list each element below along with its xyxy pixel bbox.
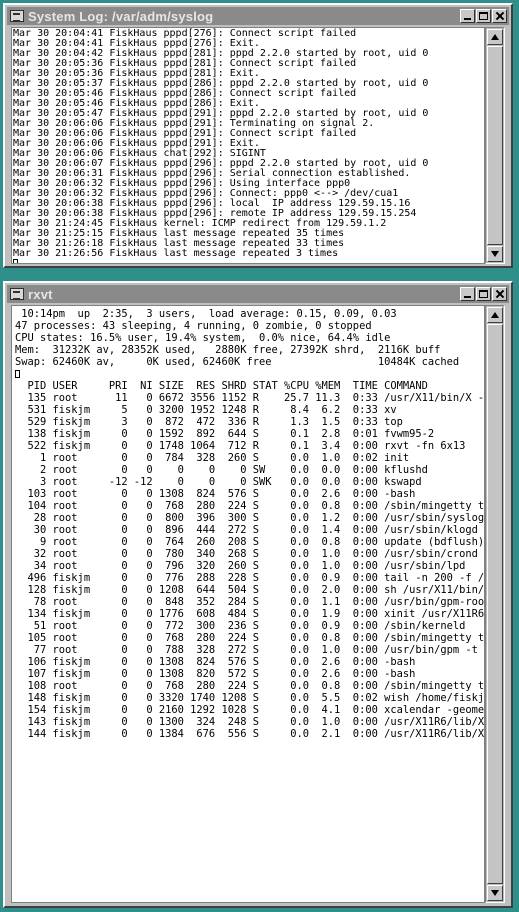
process-table-header: PID USER PRI NI SIZE RES SHRD STAT %CPU … [15, 380, 428, 392]
process-row: 105 root 0 0 768 280 224 S 0.0 0.8 0:00 … [15, 632, 485, 644]
text-cursor-icon [15, 370, 20, 378]
text-cursor-icon [13, 259, 18, 263]
scroll-down-arrow-icon[interactable] [487, 246, 503, 262]
rxvt-window-title: rxvt [28, 286, 53, 302]
process-row: 34 root 0 0 796 320 260 S 0.0 1.0 0:00 /… [15, 560, 466, 572]
process-row: 522 fiskjm 0 0 1748 1064 712 R 0.1 3.4 0… [15, 440, 466, 452]
rxvt-titlebar[interactable]: rxvt [7, 285, 509, 303]
process-row: 3 root -12 -12 0 0 0 SWK 0.0 0.0 0:00 ks… [15, 476, 422, 488]
top-summary-line: 10:14pm up 2:35, 3 users, load average: … [15, 308, 397, 320]
process-row: 144 fiskjm 0 0 1384 676 556 S 0.0 2.1 0:… [15, 728, 485, 740]
process-row: 32 root 0 0 780 340 268 S 0.0 1.0 0:00 /… [15, 548, 485, 560]
process-row: 77 root 0 0 788 328 272 S 0.0 1.0 0:00 /… [15, 644, 485, 656]
process-row: 104 root 0 0 768 280 224 S 0.0 0.8 0:00 … [15, 500, 485, 512]
top-summary-line: Mem: 31232K av, 28352K used, 2880K free,… [15, 344, 441, 356]
process-row: 1 root 0 0 784 328 260 S 0.0 1.0 0:02 in… [15, 452, 410, 464]
top-summary-line: Swap: 62460K av, 0K used, 62460K free 10… [15, 356, 460, 368]
process-row: 531 fiskjm 5 0 3200 1952 1248 R 8.4 6.2 … [15, 404, 397, 416]
syslog-window-title: System Log: /var/adm/syslog [28, 8, 214, 24]
process-row: 154 fiskjm 0 0 2160 1292 1028 S 0.0 4.1 … [15, 704, 485, 716]
cursor-line [15, 368, 484, 380]
window-menu-icon[interactable] [10, 10, 24, 22]
process-row: 78 root 0 0 848 352 284 S 0.0 1.1 0:00 /… [15, 596, 485, 608]
process-row: 51 root 0 0 772 300 236 S 0.0 0.9 0:00 /… [15, 620, 466, 632]
process-row: 529 fiskjm 3 0 872 472 336 R 1.3 1.5 0:3… [15, 416, 403, 428]
process-row: 496 fiskjm 0 0 776 288 228 S 0.0 0.9 0:0… [15, 572, 485, 584]
close-button[interactable] [492, 9, 507, 23]
process-row: 28 root 0 0 800 396 300 S 0.0 1.2 0:00 /… [15, 512, 485, 524]
scroll-thumb[interactable] [487, 324, 503, 884]
minimize-button[interactable] [460, 9, 475, 23]
syslog-scrollbar[interactable] [485, 27, 505, 264]
process-row: 135 root 11 0 6672 3556 1152 R 25.7 11.3… [15, 392, 485, 404]
process-row: 9 root 0 0 764 260 208 S 0.0 0.8 0:00 up… [15, 536, 485, 548]
top-summary-line: CPU states: 16.5% user, 19.4% system, 0.… [15, 332, 391, 344]
process-row: 148 fiskjm 0 0 3320 1740 1208 S 0.0 5.5 … [15, 692, 485, 704]
process-row: 103 root 0 0 1308 824 576 S 0.0 2.6 0:00… [15, 488, 416, 500]
minimize-button[interactable] [460, 287, 475, 301]
syslog-titlebar[interactable]: System Log: /var/adm/syslog [7, 7, 509, 25]
maximize-button[interactable] [476, 287, 491, 301]
rxvt-scrollbar[interactable] [485, 305, 505, 903]
process-row: 128 fiskjm 0 0 1208 644 504 S 0.0 2.0 0:… [15, 584, 485, 596]
window-menu-icon[interactable] [10, 288, 24, 300]
rxvt-terminal-area[interactable]: 10:14pm up 2:35, 3 users, load average: … [11, 305, 485, 903]
process-row: 138 fiskjm 0 0 1592 892 644 S 0.1 2.8 0:… [15, 428, 435, 440]
scroll-up-arrow-icon[interactable] [487, 307, 503, 323]
scroll-thumb[interactable] [487, 46, 503, 245]
close-button[interactable] [492, 287, 507, 301]
process-row: 106 fiskjm 0 0 1308 824 576 S 0.0 2.6 0:… [15, 656, 416, 668]
log-line: Mar 30 21:26:56 FiskHaus last message re… [13, 248, 339, 259]
process-row: 134 fiskjm 0 0 1776 608 484 S 0.0 1.9 0:… [15, 608, 485, 620]
scroll-up-arrow-icon[interactable] [487, 29, 503, 45]
syslog-window[interactable]: System Log: /var/adm/syslog Mar 30 20:04… [3, 3, 513, 268]
rxvt-window[interactable]: rxvt 10:14pm up 2:35, 3 users, load aver… [3, 281, 513, 908]
process-row: 2 root 0 0 0 0 0 SW 0.0 0.0 0:00 kflushd [15, 464, 428, 476]
top-summary-line: 47 processes: 43 sleeping, 4 running, 0 … [15, 320, 372, 332]
cursor-line [13, 259, 484, 263]
scroll-down-arrow-icon[interactable] [487, 885, 503, 901]
process-row: 107 fiskjm 0 0 1308 820 572 S 0.0 2.6 0:… [15, 668, 416, 680]
process-row: 143 fiskjm 0 0 1300 324 248 S 0.0 1.0 0:… [15, 716, 485, 728]
process-row: 30 root 0 0 896 444 272 S 0.0 1.4 0:00 /… [15, 524, 478, 536]
syslog-text-area[interactable]: Mar 30 20:04:41 FiskHaus pppd[276]: Conn… [11, 27, 485, 264]
maximize-button[interactable] [476, 9, 491, 23]
process-row: 108 root 0 0 768 280 224 S 0.0 0.8 0:00 … [15, 680, 485, 692]
